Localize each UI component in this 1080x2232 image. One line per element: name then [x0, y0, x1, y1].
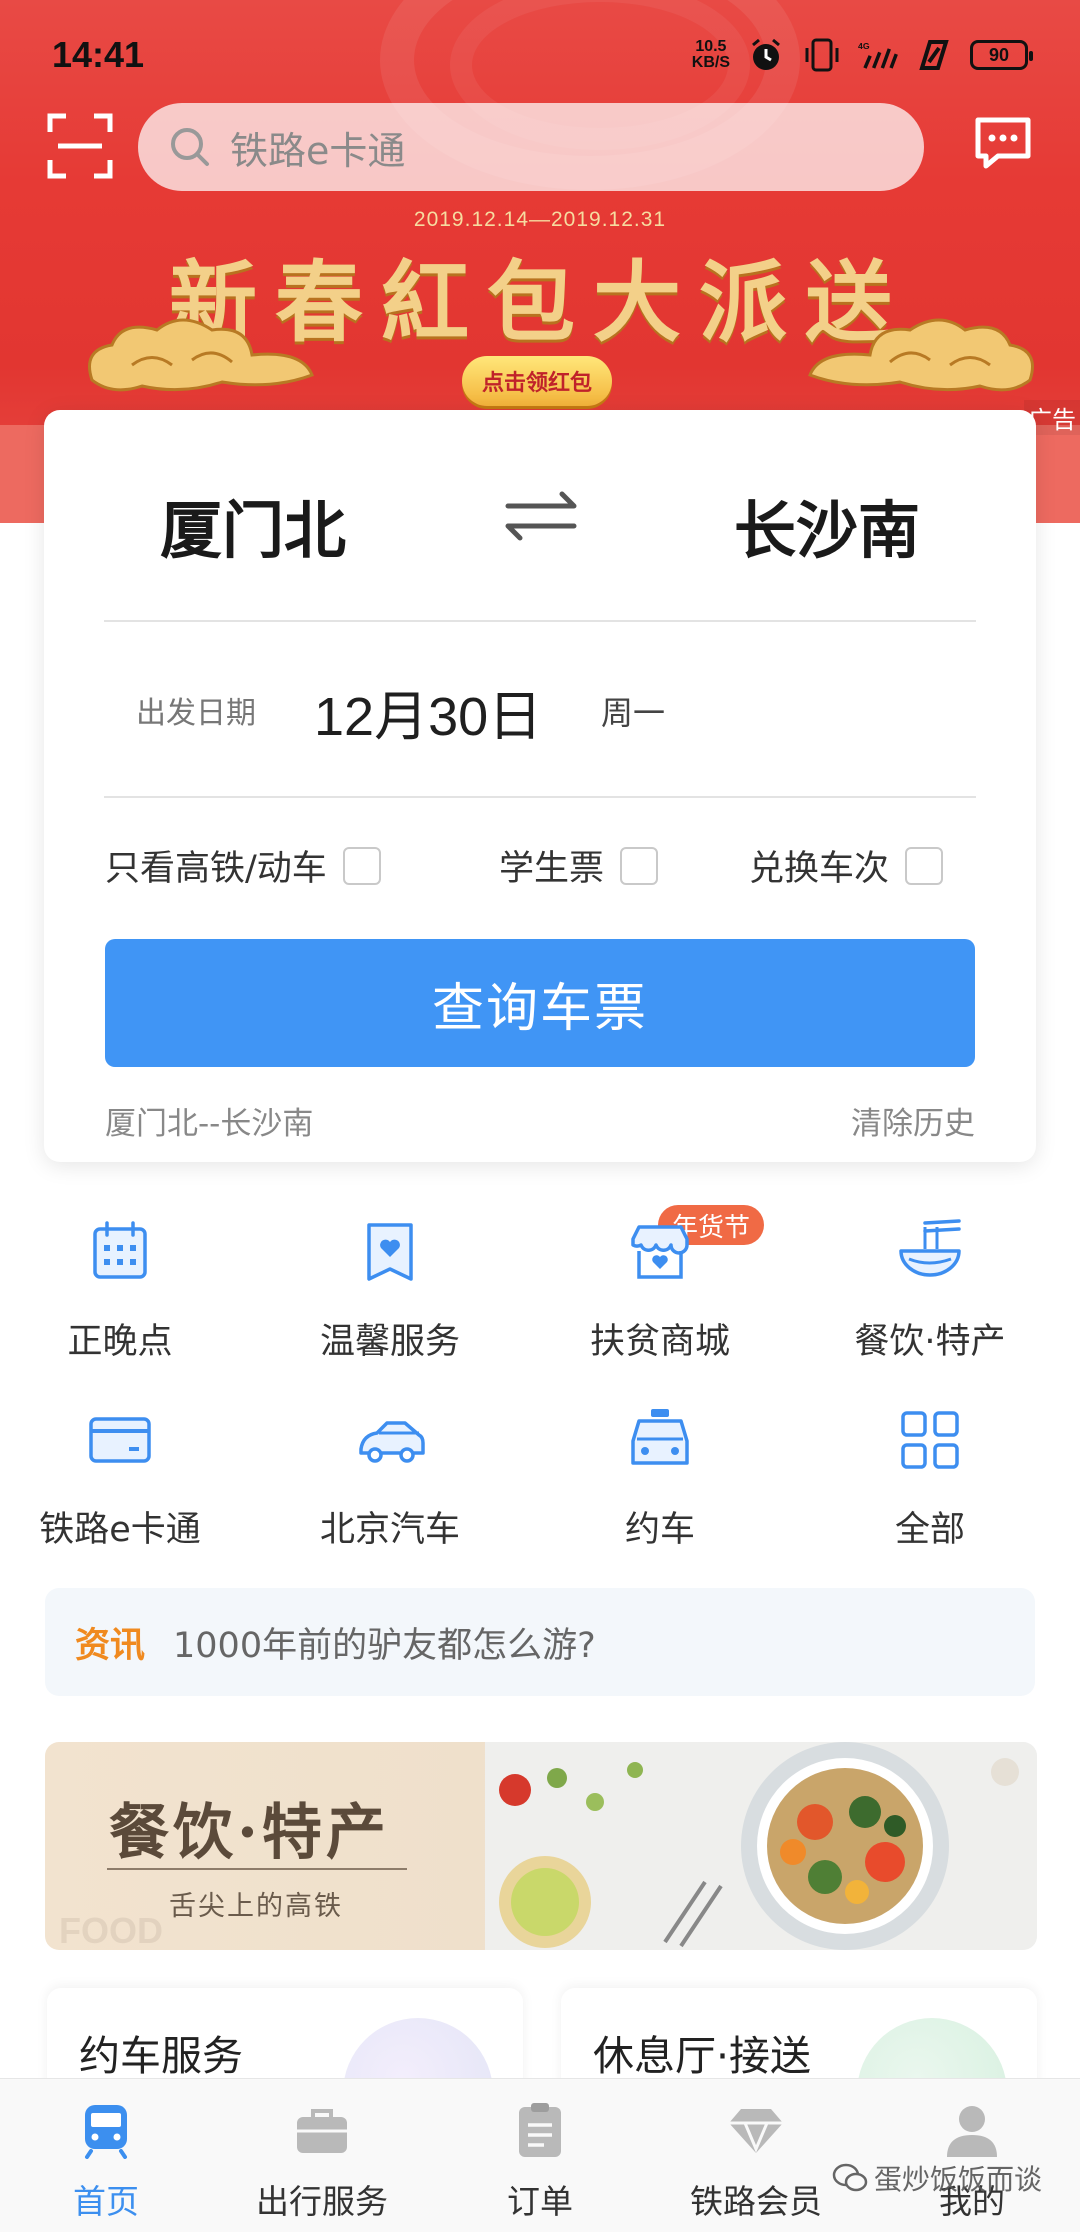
service-on-time[interactable]: 正晚点 — [0, 1217, 240, 1364]
service-label: 铁路e卡通 — [39, 1510, 201, 1550]
net-speed-value: 10.5 — [695, 38, 727, 55]
service-label: 餐饮·特产 — [854, 1322, 1006, 1362]
student-ticket-option[interactable]: 学生票 — [499, 840, 659, 891]
news-headline[interactable]: 1000年前的驴友都怎么游? — [173, 1617, 596, 1668]
search-icon — [171, 128, 209, 166]
watermark: 蛋炒饭饭而谈 — [832, 2158, 1042, 2198]
watermark-text: 蛋炒饭饭而谈 — [874, 2163, 1043, 2196]
from-station[interactable]: 厦门北 — [160, 480, 346, 570]
gold-cloud-left-icon — [88, 318, 314, 392]
nav-travel-service[interactable]: 出行服务 — [232, 2101, 412, 2223]
nav-membership[interactable]: 铁路会员 — [666, 2101, 846, 2223]
query-tickets-button[interactable]: 查询车票 — [105, 939, 975, 1067]
service-food-specialty[interactable]: 餐饮·特产 — [810, 1217, 1050, 1364]
service-label: 温馨服务 — [319, 1322, 460, 1362]
departure-weekday: 周一 — [601, 694, 666, 732]
status-time: 14:41 — [52, 34, 145, 75]
heart-bookmark-icon — [367, 1223, 413, 1281]
signal-icon: 4G — [858, 38, 898, 72]
service-label: 约车 — [624, 1510, 695, 1550]
battery-indicator: 90 — [970, 40, 1033, 70]
high-speed-only-label: 只看高铁/动车 — [105, 849, 327, 889]
wifi-icon — [914, 38, 954, 72]
gold-cloud-right-icon — [808, 318, 1034, 392]
signal-type-text: 4G — [858, 41, 870, 51]
search-input[interactable]: 铁路e卡通 — [138, 103, 924, 191]
food-banner-subtitle: 舌尖上的高铁 — [169, 1891, 343, 1922]
service-beijing-auto[interactable]: 北京汽车 — [270, 1405, 510, 1552]
exchange-train-checkbox[interactable] — [905, 846, 944, 885]
calendar-icon — [93, 1221, 147, 1279]
news-tag: 资讯 — [75, 1625, 146, 1666]
briefcase-icon — [297, 2109, 347, 2153]
message-icon[interactable] — [972, 112, 1034, 174]
noodle-bowl-icon — [899, 1219, 961, 1277]
net-speed: 10.5 KB/S — [692, 39, 730, 71]
clipboard-icon — [519, 2103, 561, 2157]
nav-label: 订单 — [507, 2182, 573, 2221]
service-poverty-mall[interactable]: 扶贫商城 — [540, 1217, 780, 1364]
diamond-icon — [729, 2109, 783, 2153]
service-ride-hailing[interactable]: 约车 — [540, 1405, 780, 1552]
news-bar[interactable]: 资讯 1000年前的驴友都怎么游? — [45, 1588, 1035, 1696]
nav-home[interactable]: 首页 — [16, 2101, 196, 2223]
shop-icon — [631, 1225, 689, 1279]
user-icon — [947, 2106, 997, 2157]
wechat-icon — [832, 2163, 868, 2192]
service-label: 扶贫商城 — [589, 1322, 730, 1362]
food-specialty-banner[interactable]: 餐饮·特产 舌尖上的高铁 FOOD — [45, 1742, 1037, 1950]
lounge-shuttle-title: 休息厅·接送 — [593, 2032, 812, 2080]
food-banner-divider — [107, 1868, 407, 1870]
divider — [104, 620, 976, 622]
promo-dates: 2019.12.14—2019.12.31 — [413, 208, 667, 231]
net-speed-unit: KB/S — [691, 54, 730, 71]
card-icon — [89, 1417, 151, 1463]
exchange-train-label: 兑换车次 — [749, 849, 890, 889]
status-bar: 14:41 10.5 KB/S 4G 90 — [0, 0, 1080, 110]
student-ticket-label: 学生票 — [499, 849, 605, 889]
scan-icon[interactable] — [44, 110, 116, 182]
ride-service-title: 约车服务 — [79, 2032, 243, 2080]
nav-label: 出行服务 — [256, 2182, 388, 2221]
bottom-navigation: 首页 出行服务 订单 铁路会员 我的 — [0, 2078, 1080, 2232]
high-speed-only-option[interactable]: 只看高铁/动车 — [105, 840, 381, 891]
nav-orders[interactable]: 订单 — [450, 2101, 630, 2223]
taxi-icon — [631, 1409, 689, 1465]
service-label: 北京汽车 — [319, 1510, 460, 1550]
car-icon — [359, 1421, 425, 1463]
ticket-search-card: 厦门北 长沙南 出发日期 12月30日 周一 只看高铁/动车 学生票 兑换车次 … — [44, 410, 1036, 1162]
search-placeholder: 铁路e卡通 — [230, 128, 406, 173]
to-station[interactable]: 长沙南 — [734, 480, 920, 570]
nav-label: 首页 — [73, 2182, 139, 2221]
claim-red-envelope-button[interactable]: 点击领红包 — [462, 356, 612, 406]
student-ticket-checkbox[interactable] — [620, 846, 659, 885]
exchange-train-option[interactable]: 兑换车次 — [749, 840, 944, 891]
vibrate-icon — [802, 38, 842, 72]
divider — [104, 796, 976, 798]
date-label: 出发日期 — [136, 696, 256, 731]
status-icons: 10.5 KB/S 4G 90 — [692, 38, 1033, 72]
service-warm-service[interactable]: 温馨服务 — [270, 1217, 510, 1364]
service-label: 正晚点 — [67, 1322, 173, 1362]
train-icon — [85, 2105, 127, 2159]
food-plate-image — [485, 1742, 1037, 1950]
clear-history-button[interactable]: 清除历史 — [851, 1098, 975, 1143]
search-history-item[interactable]: 厦门北--长沙南 — [105, 1098, 313, 1143]
food-banner-title: 餐饮·特产 — [109, 1798, 390, 1868]
nav-label: 铁路会员 — [690, 2182, 822, 2221]
service-label: 全部 — [894, 1510, 965, 1550]
departure-date[interactable]: 12月30日 — [314, 672, 542, 751]
high-speed-only-checkbox[interactable] — [342, 846, 381, 885]
food-banner-bg-word: FOOD — [59, 1910, 163, 1950]
service-e-card[interactable]: 铁路e卡通 — [0, 1405, 240, 1552]
grid-icon — [901, 1411, 959, 1469]
alarm-icon — [746, 38, 786, 72]
swap-stations-icon[interactable] — [494, 486, 588, 546]
service-all[interactable]: 全部 — [810, 1405, 1050, 1552]
